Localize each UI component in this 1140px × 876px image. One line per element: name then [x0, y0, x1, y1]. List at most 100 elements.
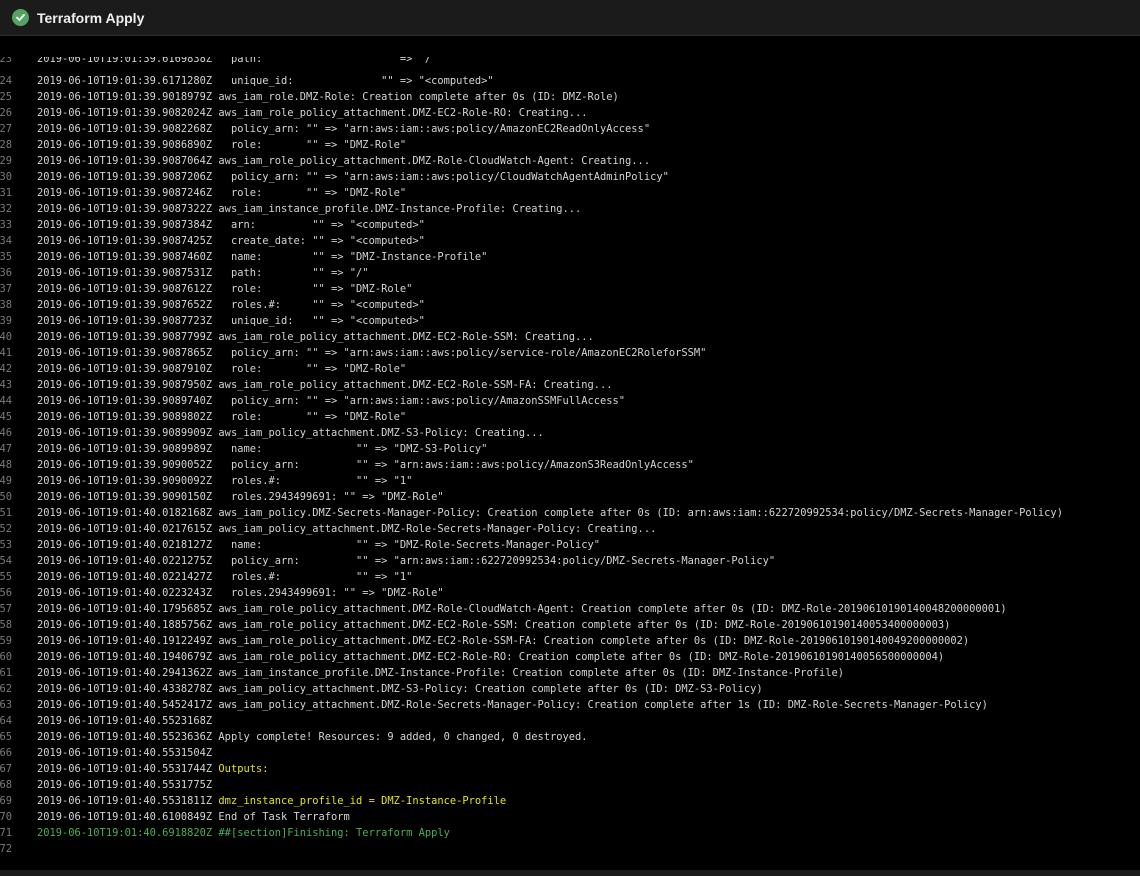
line-number: 66 [0, 747, 12, 759]
line-number: 24 [0, 75, 12, 87]
log-message: Outputs: [212, 763, 269, 775]
log-line: 37 2019-06-10T19:01:39.9087612Z role: "" … [0, 281, 1140, 297]
log-timestamp: 2019-06-10T19:01:39.9087531Z [37, 267, 213, 279]
log-timestamp: 2019-06-10T19:01:39.9089989Z [37, 443, 213, 455]
log-line: 45 2019-06-10T19:01:39.9089802Z role: "" … [0, 409, 1140, 425]
log-text: 2019-06-10T19:01:40.5531504Z [37, 745, 218, 761]
task-header: Terraform Apply [0, 0, 1140, 36]
success-check-icon [12, 9, 29, 26]
log-message: name: "" => "DMZ-Role-Secrets-Manager-Po… [212, 539, 601, 551]
log-message: role: "" => "DMZ-Role" [212, 139, 407, 151]
line-number: 48 [0, 459, 12, 471]
log-timestamp: 2019-06-10T19:01:40.6100849Z [37, 811, 213, 823]
line-number: 56 [0, 587, 12, 599]
log-timestamp: 2019-06-10T19:01:40.0218127Z [37, 539, 213, 551]
log-message: aws_iam_role_policy_attachment.DMZ-EC2-R… [212, 635, 970, 647]
log-message: aws_iam_role_policy_attachment.DMZ-Role-… [212, 603, 1007, 615]
log-timestamp: 2019-06-10T19:01:40.5531775Z [37, 779, 213, 791]
log-text: 2019-06-10T19:01:40.5531811Z dmz_instanc… [37, 793, 506, 809]
log-line: 51 2019-06-10T19:01:40.0182168Z aws_iam_p… [0, 505, 1140, 521]
log-line: 63 2019-06-10T19:01:40.5452417Z aws_iam_p… [0, 697, 1140, 713]
line-number: 52 [0, 523, 12, 535]
log-line: 56 2019-06-10T19:01:40.0223243Z roles.294… [0, 585, 1140, 601]
log-timestamp: 2019-06-10T19:01:39.9089740Z [37, 395, 213, 407]
log-line: 24 2019-06-10T19:01:39.6171280Z unique_id… [0, 73, 1140, 89]
log-timestamp: 2019-06-10T19:01:40.5531744Z [37, 763, 213, 775]
log-message: aws_iam_role_policy_attachment.DMZ-EC2-R… [212, 379, 613, 391]
log-line: 27 2019-06-10T19:01:39.9082268Z policy_ar… [0, 121, 1140, 137]
log-message: role: "" => "DMZ-Role" [212, 411, 407, 423]
log-message: roles.2943499691: "" => "DMZ-Role" [212, 491, 444, 503]
log-text: 2019-06-10T19:01:39.9087612Z role: "" =>… [37, 281, 412, 297]
log-text: 2019-06-10T19:01:39.9087950Z aws_iam_rol… [37, 377, 613, 393]
log-line: 40 2019-06-10T19:01:39.9087799Z aws_iam_r… [0, 329, 1140, 345]
log-text: 2019-06-10T19:01:39.9086890Z role: "" =>… [37, 137, 406, 153]
log-message [212, 747, 218, 759]
log-message: aws_iam_role_policy_attachment.DMZ-EC2-R… [212, 619, 951, 631]
log-timestamp: 2019-06-10T19:01:40.0221275Z [37, 555, 213, 567]
log-line: 67 2019-06-10T19:01:40.5531744Z Outputs: [0, 761, 1140, 777]
log-text: 2019-06-10T19:01:39.9090092Z roles.#: ""… [37, 473, 412, 489]
line-number: 35 [0, 251, 12, 263]
log-line: 66 2019-06-10T19:01:40.5531504Z [0, 745, 1140, 761]
log-message: aws_iam_role_policy_attachment.DMZ-EC2-R… [212, 331, 594, 343]
log-text: 2019-06-10T19:01:40.2941362Z aws_iam_ins… [37, 665, 844, 681]
log-line: 60 2019-06-10T19:01:40.1940679Z aws_iam_r… [0, 649, 1140, 665]
log-line: 61 2019-06-10T19:01:40.2941362Z aws_iam_i… [0, 665, 1140, 681]
log-timestamp: 2019-06-10T19:01:40.4338278Z [37, 683, 213, 695]
log-timestamp: 2019-06-10T19:01:40.2941362Z [37, 667, 213, 679]
log-message: aws_iam_instance_profile.DMZ-Instance-Pr… [212, 667, 844, 679]
log-message: roles.#: "" => "<computed>" [212, 299, 425, 311]
log-text: 2019-06-10T19:01:40.1912249Z aws_iam_rol… [37, 633, 969, 649]
log-line: 34 2019-06-10T19:01:39.9087425Z create_da… [0, 233, 1140, 249]
log-line: 50 2019-06-10T19:01:39.9090150Z roles.294… [0, 489, 1140, 505]
line-number: 43 [0, 379, 12, 391]
line-number: 70 [0, 811, 12, 823]
log-timestamp: 2019-06-10T19:01:39.9087652Z [37, 299, 213, 311]
log-text: 2019-06-10T19:01:39.9087206Z policy_arn:… [37, 169, 669, 185]
log-line: 57 2019-06-10T19:01:40.1795685Z aws_iam_r… [0, 601, 1140, 617]
log-text: 2019-06-10T19:01:40.1795685Z aws_iam_rol… [37, 601, 1007, 617]
log-timestamp: 2019-06-10T19:01:39.9087206Z [37, 171, 213, 183]
line-number: 71 [0, 827, 12, 839]
log-text: 2019-06-10T19:01:40.4338278Z aws_iam_pol… [37, 681, 763, 697]
line-number: 49 [0, 475, 12, 487]
log-output[interactable]: 23 2019-06-10T19:01:39.6169838Z path: "" … [0, 57, 1140, 862]
log-message: arn: "" => "<computed>" [212, 219, 425, 231]
log-line: 30 2019-06-10T19:01:39.9087206Z policy_ar… [0, 169, 1140, 185]
log-line: 53 2019-06-10T19:01:40.0218127Z name: "" … [0, 537, 1140, 553]
line-number: 64 [0, 715, 12, 727]
line-number: 27 [0, 123, 12, 135]
log-line: 59 2019-06-10T19:01:40.1912249Z aws_iam_r… [0, 633, 1140, 649]
log-message: aws_iam_role_policy_attachment.DMZ-Role-… [212, 155, 651, 167]
line-number: 65 [0, 731, 12, 743]
line-number: 60 [0, 651, 12, 663]
line-number: 45 [0, 411, 12, 423]
log-timestamp: 2019-06-10T19:01:40.0217615Z [37, 523, 213, 535]
log-line: 38 2019-06-10T19:01:39.9087652Z roles.#: … [0, 297, 1140, 313]
log-line: 71 2019-06-10T19:01:40.6918820Z ##[sectio… [0, 825, 1140, 841]
log-message: aws_iam_instance_profile.DMZ-Instance-Pr… [212, 203, 582, 215]
log-timestamp: 2019-06-10T19:01:40.0182168Z [37, 507, 213, 519]
log-message: role: "" => "DMZ-Role" [212, 187, 407, 199]
log-text: 2019-06-10T19:01:40.0221275Z policy_arn:… [37, 553, 775, 569]
line-number: 41 [0, 347, 12, 359]
log-line: 48 2019-06-10T19:01:39.9090052Z policy_ar… [0, 457, 1140, 473]
log-message: aws_iam_role.DMZ-Role: Creation complete… [212, 91, 619, 103]
line-number: 46 [0, 427, 12, 439]
log-text: 2019-06-10T19:01:40.0217615Z aws_iam_pol… [37, 521, 656, 537]
log-text: 2019-06-10T19:01:40.5531744Z Outputs: [37, 761, 268, 777]
log-message: aws_iam_role_policy_attachment.DMZ-EC2-R… [212, 651, 945, 663]
log-text: 2019-06-10T19:01:39.9089989Z name: "" =>… [37, 441, 487, 457]
log-message: policy_arn: "" => "arn:aws:iam::aws:poli… [212, 395, 626, 407]
log-text: 2019-06-10T19:01:39.9087384Z arn: "" => … [37, 217, 425, 233]
task-title: Terraform Apply [37, 9, 145, 26]
log-message: roles.2943499691: "" => "DMZ-Role" [212, 587, 444, 599]
log-text: 2019-06-10T19:01:39.9087322Z aws_iam_ins… [37, 201, 581, 217]
log-timestamp: 2019-06-10T19:01:40.5531504Z [37, 747, 213, 759]
log-timestamp: 2019-06-10T19:01:40.1940679Z [37, 651, 213, 663]
log-timestamp: 2019-06-10T19:01:40.0221427Z [37, 571, 213, 583]
log-message: role: "" => "DMZ-Role" [212, 363, 407, 375]
log-text: 2019-06-10T19:01:40.0223243Z roles.29434… [37, 585, 444, 601]
log-text: 2019-06-10T19:01:39.6169838Z path: "" =>… [37, 57, 437, 67]
